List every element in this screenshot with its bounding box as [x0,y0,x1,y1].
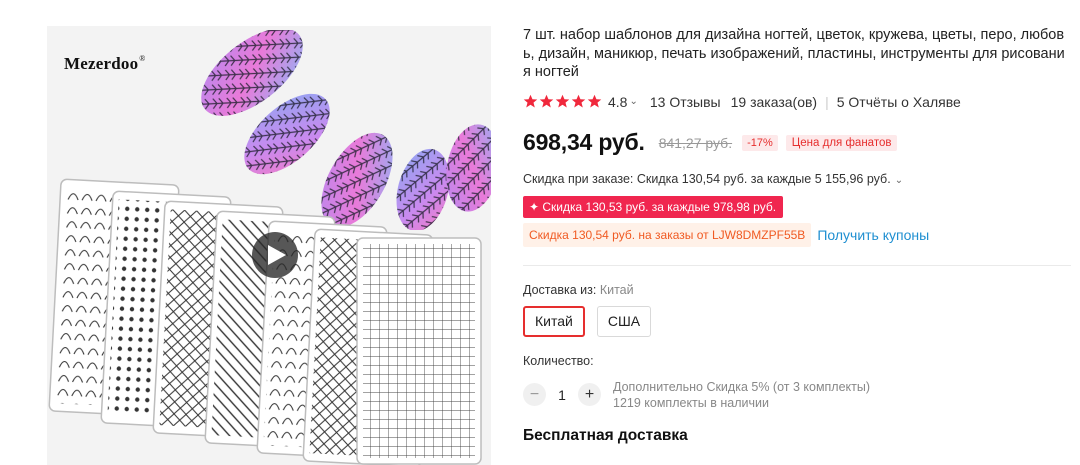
product-title: 7 шт. набор шаблонов для дизайна ногтей,… [523,27,1065,80]
star-icon [587,94,602,108]
reviews-link[interactable]: 13 Отзывы [650,94,721,110]
chevron-down-icon[interactable]: ⌄ [895,175,903,186]
product-info: 7 шт. набор шаблонов для дизайна ногтей,… [523,26,1071,445]
star-icon [539,94,554,108]
quantity-stepper: − 1 + Дополнительно Скидка 5% (от 3 комп… [523,379,1071,411]
ship-option-china[interactable]: Китай [523,305,585,337]
order-discount[interactable]: Скидка при заказе: Скидка 130,54 руб. за… [523,172,1071,188]
get-coupons-link[interactable]: Получить купоны [817,227,929,243]
product-image-gallery[interactable]: Mezerdoo® [47,26,491,465]
orders-count: 19 заказа(ов) [730,93,818,110]
quantity-decrease-button[interactable]: − [523,383,546,406]
extra-discount-text: Дополнительно Скидка 5% (от 3 комплекты) [613,379,871,394]
fan-price-badge: Цена для фанатов [785,134,898,151]
chevron-down-icon[interactable]: ⌄ [629,96,637,107]
rating-row: 4.8 ⌄ 13 Отзывы 19 заказа(ов) | 5 Отчёты… [523,92,1071,112]
rating-stars [523,94,602,109]
order-discount-text: Скидка при заказе: Скидка 130,54 руб. за… [523,171,891,186]
divider [523,264,1071,266]
price-row: 698,34 руб. 841,27 руб. -17% Цена для фа… [523,128,1071,158]
star-icon [523,94,538,108]
free-shipping-title: Бесплатная доставка [523,426,688,444]
ship-from-selected: Китай [599,282,634,297]
ship-from-label: Доставка из: Китай [523,282,634,297]
rating-value[interactable]: 4.8 [608,94,627,110]
quantity-increase-button[interactable]: + [578,383,601,406]
coupon-row: Скидка 130,54 руб. на заказы от LJW8DMZP… [523,222,1071,247]
play-icon [268,245,286,265]
reports-link[interactable]: 5 Отчёты о Халяве [837,94,961,110]
divider: | [825,93,829,110]
coupon-badge: Скидка 130,54 руб. на заказы от LJW8DMZP… [523,222,812,247]
quantity-label: Количество: [523,353,594,368]
ship-option-usa[interactable]: США [596,305,652,337]
brand-logo: Mezerdoo® [64,54,146,73]
quantity-value[interactable]: 1 [546,387,578,403]
play-video-button[interactable] [252,232,298,278]
current-price: 698,34 руб. [523,129,645,155]
quantity-info: Дополнительно Скидка 5% (от 3 комплекты)… [613,379,870,411]
stamping-plates-illustration [48,178,482,465]
star-icon [555,94,570,108]
star-icon [571,94,586,108]
store-promo-badge: ✦ Скидка 130,53 руб. за каждые 978,98 ру… [523,195,784,218]
old-price: 841,27 руб. [658,134,733,151]
discount-badge: -17% [742,134,778,151]
stock-text: 1219 комплекты в наличии [613,395,769,410]
ship-from-options: Китай США [523,305,1071,337]
